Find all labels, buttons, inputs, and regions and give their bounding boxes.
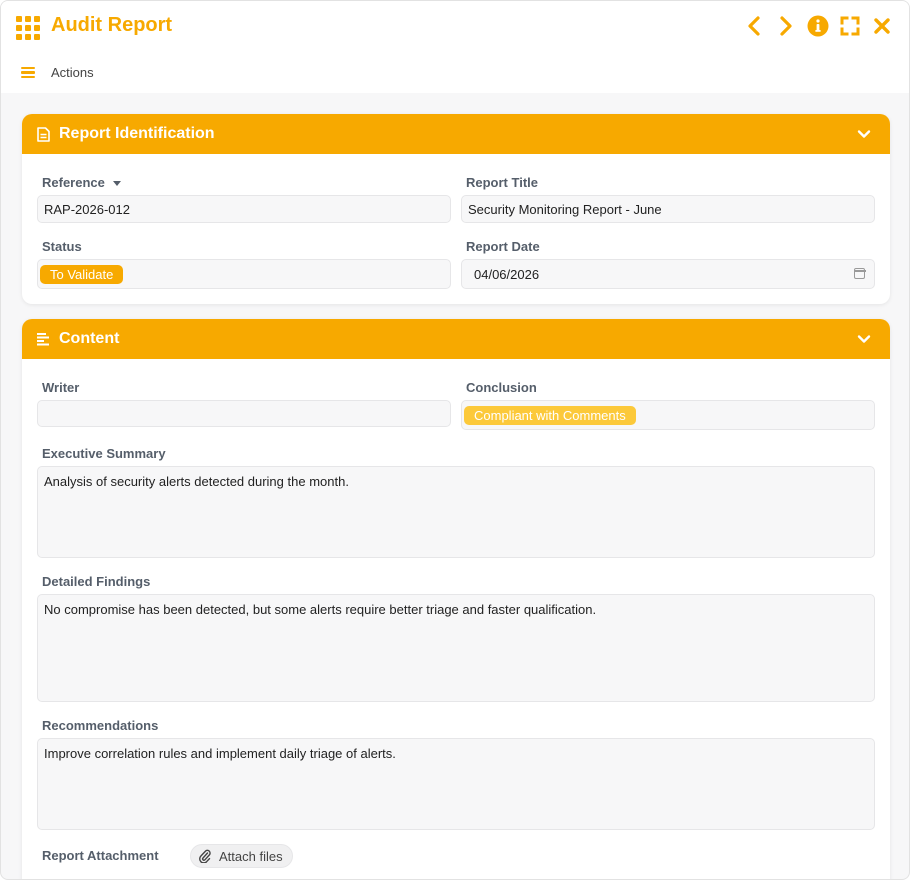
executive-summary-field[interactable]: Analysis of security alerts detected dur…	[37, 466, 875, 558]
caret-down-icon[interactable]	[112, 181, 121, 187]
actions-menu[interactable]: Actions	[51, 65, 94, 80]
detailed-findings-label: Detailed Findings	[42, 574, 151, 589]
calendar-icon[interactable]	[853, 268, 866, 279]
report-date-field[interactable]: 04/06/2026	[461, 259, 875, 289]
grid-icon[interactable]	[16, 16, 40, 40]
section-title: Content	[59, 330, 120, 347]
recommendations-label: Recommendations	[42, 718, 159, 733]
section-title: Report Identification	[59, 125, 215, 142]
reference-label-text: Reference	[42, 175, 105, 190]
conclusion-label: Conclusion	[466, 380, 537, 395]
attach-files-button[interactable]: Attach files	[190, 844, 293, 868]
reference-label[interactable]: Reference	[42, 175, 121, 190]
report-date-value: 04/06/2026	[474, 266, 540, 282]
report-attachment-label: Report Attachment	[42, 848, 159, 863]
top-bar: Audit Report Actions	[1, 1, 909, 93]
report-attachment-row: Report Attachment Attach files	[42, 844, 442, 870]
document-icon	[36, 126, 50, 142]
chevron-right-icon[interactable]	[775, 15, 797, 37]
paperclip-icon	[199, 849, 211, 863]
writer-label: Writer	[42, 380, 80, 395]
conclusion-badge: Compliant with Comments	[464, 405, 636, 425]
status-label: Status	[42, 239, 82, 254]
chevron-down-icon[interactable]	[856, 126, 872, 142]
report-title-label: Report Title	[466, 175, 538, 190]
executive-summary-label: Executive Summary	[42, 446, 166, 461]
window-controls	[743, 15, 893, 37]
actions-bar: Actions	[21, 65, 94, 80]
reference-field[interactable]: RAP-2026-012	[37, 195, 451, 223]
app-title: Audit Report	[51, 14, 173, 36]
text-align-icon	[36, 331, 50, 347]
report-identification-section: Report Identification Reference RAP-2026…	[22, 114, 890, 304]
attach-files-label: Attach files	[219, 848, 283, 864]
content-section: Content Writer Conclusion Compliant with…	[22, 319, 890, 879]
audit-report-window: Audit Report Actions Report Identificati…	[0, 0, 910, 880]
info-icon[interactable]	[807, 15, 829, 37]
chevron-left-icon[interactable]	[743, 15, 765, 37]
writer-field[interactable]	[37, 400, 451, 427]
report-title-field[interactable]: Security Monitoring Report - June	[461, 195, 875, 223]
conclusion-field[interactable]: Compliant with Comments	[461, 400, 875, 430]
detailed-findings-field[interactable]: No compromise has been detected, but som…	[37, 594, 875, 702]
recommendations-field[interactable]: Improve correlation rules and implement …	[37, 738, 875, 830]
status-badge: To Validate	[40, 264, 124, 284]
close-icon[interactable]	[871, 15, 893, 37]
status-field[interactable]: To Validate	[37, 259, 451, 289]
report-identification-header[interactable]: Report Identification	[22, 114, 890, 154]
hamburger-menu-icon[interactable]	[21, 66, 35, 79]
content-header[interactable]: Content	[22, 319, 890, 359]
chevron-down-icon[interactable]	[856, 331, 872, 347]
fullscreen-icon[interactable]	[839, 15, 861, 37]
report-date-label: Report Date	[466, 239, 540, 254]
